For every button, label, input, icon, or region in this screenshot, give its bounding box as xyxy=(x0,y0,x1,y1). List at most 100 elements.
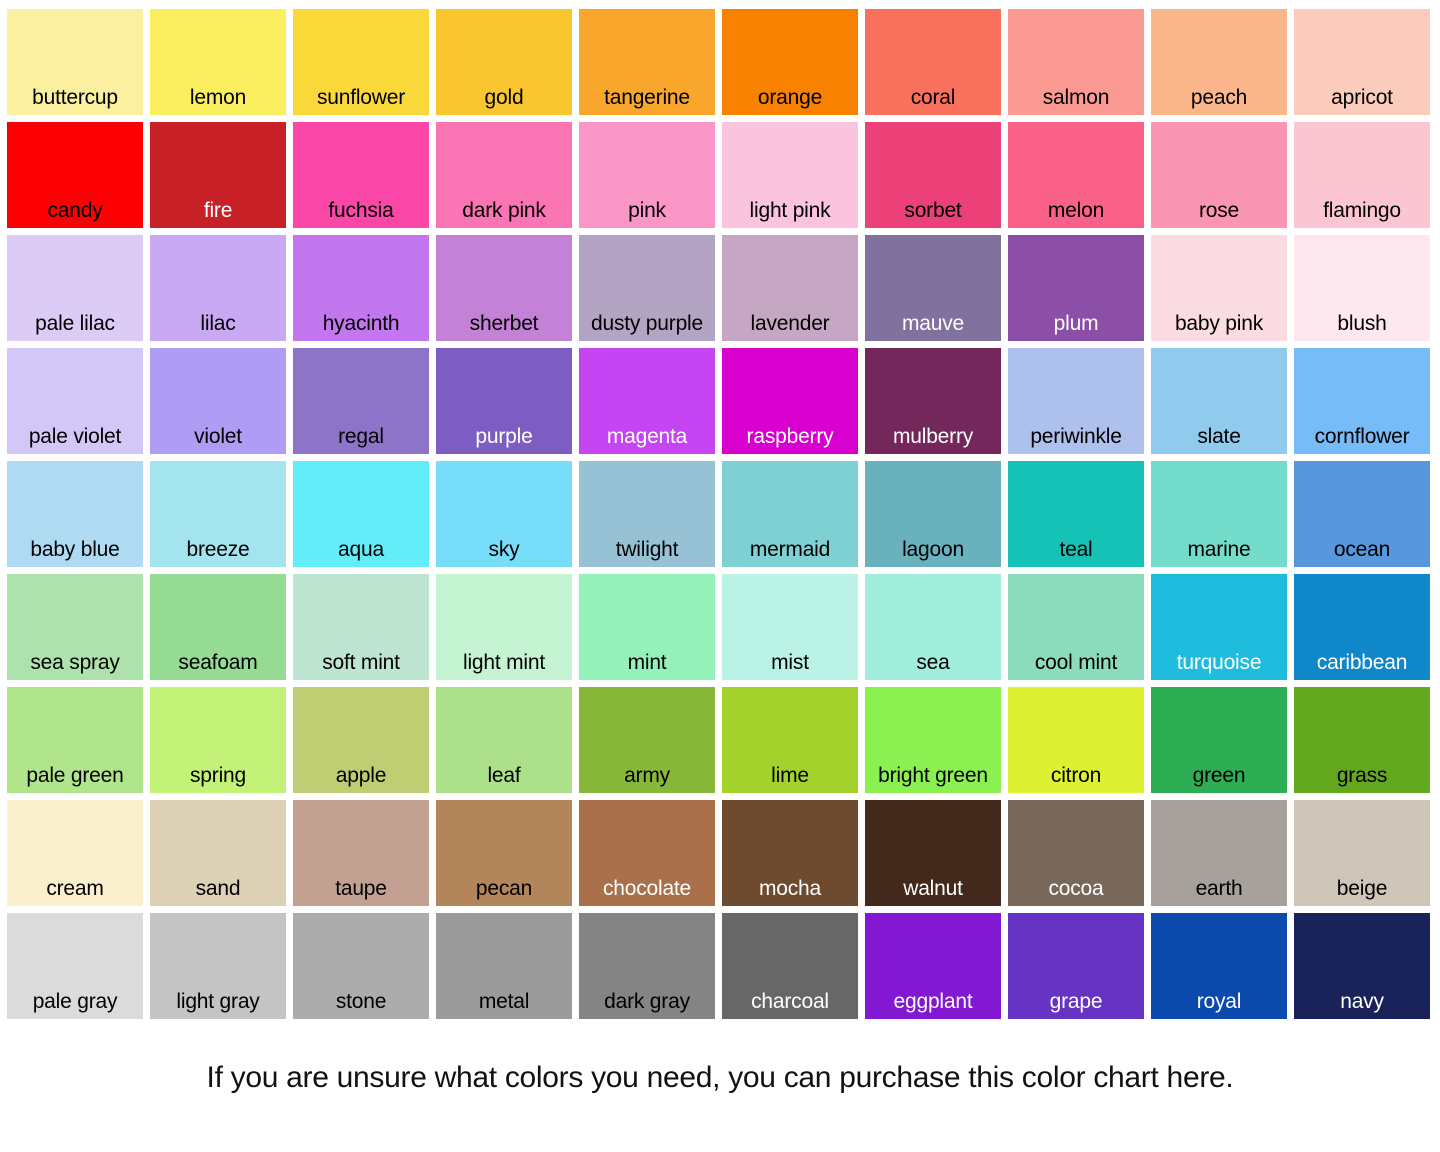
color-swatch[interactable]: beige xyxy=(1294,800,1430,906)
color-swatch[interactable]: mermaid xyxy=(722,461,858,567)
color-swatch[interactable]: pink xyxy=(579,122,715,228)
color-swatch[interactable]: slate xyxy=(1151,348,1287,454)
color-swatch[interactable]: light gray xyxy=(150,913,286,1019)
color-swatch-label: citron xyxy=(1050,764,1102,787)
color-swatch[interactable]: regal xyxy=(293,348,429,454)
color-swatch[interactable]: candy xyxy=(7,122,143,228)
color-swatch[interactable]: cocoa xyxy=(1008,800,1144,906)
purchase-caption[interactable]: If you are unsure what colors you need, … xyxy=(0,1060,1440,1096)
color-swatch[interactable]: mint xyxy=(579,574,715,680)
color-swatch[interactable]: sand xyxy=(150,800,286,906)
color-swatch-label: fuchsia xyxy=(328,199,394,222)
color-swatch[interactable]: charcoal xyxy=(722,913,858,1019)
color-swatch[interactable]: green xyxy=(1151,687,1287,793)
color-swatch[interactable]: lavender xyxy=(722,235,858,341)
color-swatch[interactable]: pale gray xyxy=(7,913,143,1019)
color-swatch[interactable]: fire xyxy=(150,122,286,228)
color-swatch[interactable]: bright green xyxy=(865,687,1001,793)
color-swatch[interactable]: light pink xyxy=(722,122,858,228)
color-swatch[interactable]: eggplant xyxy=(865,913,1001,1019)
color-swatch[interactable]: melon xyxy=(1008,122,1144,228)
color-swatch[interactable]: peach xyxy=(1151,9,1287,115)
color-swatch[interactable]: mulberry xyxy=(865,348,1001,454)
color-swatch[interactable]: marine xyxy=(1151,461,1287,567)
color-swatch[interactable]: gold xyxy=(436,9,572,115)
color-swatch[interactable]: sherbet xyxy=(436,235,572,341)
color-swatch[interactable]: sea xyxy=(865,574,1001,680)
color-swatch-label: magenta xyxy=(606,425,688,448)
color-swatch[interactable]: salmon xyxy=(1008,9,1144,115)
color-swatch[interactable]: apple xyxy=(293,687,429,793)
color-swatch[interactable]: pecan xyxy=(436,800,572,906)
color-swatch[interactable]: magenta xyxy=(579,348,715,454)
color-swatch[interactable]: aqua xyxy=(293,461,429,567)
color-swatch[interactable]: sorbet xyxy=(865,122,1001,228)
color-swatch[interactable]: sea spray xyxy=(7,574,143,680)
color-swatch[interactable]: cool mint xyxy=(1008,574,1144,680)
color-swatch[interactable]: chocolate xyxy=(579,800,715,906)
color-swatch[interactable]: lilac xyxy=(150,235,286,341)
color-swatch[interactable]: grape xyxy=(1008,913,1144,1019)
color-swatch-label: peach xyxy=(1190,86,1248,109)
color-swatch[interactable]: navy xyxy=(1294,913,1430,1019)
color-swatch[interactable]: hyacinth xyxy=(293,235,429,341)
color-swatch[interactable]: citron xyxy=(1008,687,1144,793)
color-swatch[interactable]: dark gray xyxy=(579,913,715,1019)
color-swatch[interactable]: lagoon xyxy=(865,461,1001,567)
color-swatch[interactable]: raspberry xyxy=(722,348,858,454)
color-swatch-label: melon xyxy=(1047,199,1105,222)
color-swatch[interactable]: fuchsia xyxy=(293,122,429,228)
color-swatch[interactable]: seafoam xyxy=(150,574,286,680)
color-swatch[interactable]: periwinkle xyxy=(1008,348,1144,454)
color-swatch[interactable]: cornflower xyxy=(1294,348,1430,454)
color-chart-page: buttercup lemon sunflower gold tangerine oran… xyxy=(0,0,1440,1152)
color-swatch[interactable]: purple xyxy=(436,348,572,454)
color-swatch[interactable]: mauve xyxy=(865,235,1001,341)
color-swatch-label: pale green xyxy=(26,764,124,787)
color-swatch[interactable]: mist xyxy=(722,574,858,680)
color-swatch[interactable]: orange xyxy=(722,9,858,115)
color-swatch[interactable]: plum xyxy=(1008,235,1144,341)
color-swatch-grid: buttercup lemon sunflower gold tangerine oran… xyxy=(7,9,1435,1019)
color-swatch[interactable]: turquoise xyxy=(1151,574,1287,680)
color-swatch[interactable]: apricot xyxy=(1294,9,1430,115)
color-swatch[interactable]: dark pink xyxy=(436,122,572,228)
color-swatch[interactable]: blush xyxy=(1294,235,1430,341)
color-swatch[interactable]: breeze xyxy=(150,461,286,567)
color-swatch[interactable]: tangerine xyxy=(579,9,715,115)
color-swatch[interactable]: spring xyxy=(150,687,286,793)
color-swatch[interactable]: flamingo xyxy=(1294,122,1430,228)
color-swatch[interactable]: leaf xyxy=(436,687,572,793)
color-swatch[interactable]: soft mint xyxy=(293,574,429,680)
color-swatch[interactable]: grass xyxy=(1294,687,1430,793)
color-swatch[interactable]: cream xyxy=(7,800,143,906)
color-swatch[interactable]: twilight xyxy=(579,461,715,567)
color-swatch[interactable]: walnut xyxy=(865,800,1001,906)
color-swatch[interactable]: buttercup xyxy=(7,9,143,115)
color-swatch[interactable]: pale violet xyxy=(7,348,143,454)
color-swatch[interactable]: pale green xyxy=(7,687,143,793)
color-swatch[interactable]: rose xyxy=(1151,122,1287,228)
color-swatch[interactable]: baby pink xyxy=(1151,235,1287,341)
color-swatch[interactable]: sky xyxy=(436,461,572,567)
color-swatch[interactable]: coral xyxy=(865,9,1001,115)
color-swatch[interactable]: teal xyxy=(1008,461,1144,567)
color-swatch[interactable]: sunflower xyxy=(293,9,429,115)
color-swatch[interactable]: dusty purple xyxy=(579,235,715,341)
color-swatch[interactable]: lime xyxy=(722,687,858,793)
color-swatch[interactable]: stone xyxy=(293,913,429,1019)
color-swatch[interactable]: light mint xyxy=(436,574,572,680)
color-swatch[interactable]: mocha xyxy=(722,800,858,906)
color-swatch-label: cornflower xyxy=(1314,425,1410,448)
color-swatch[interactable]: baby blue xyxy=(7,461,143,567)
color-swatch[interactable]: caribbean xyxy=(1294,574,1430,680)
color-swatch[interactable]: lemon xyxy=(150,9,286,115)
color-swatch[interactable]: taupe xyxy=(293,800,429,906)
color-swatch[interactable]: royal xyxy=(1151,913,1287,1019)
color-swatch[interactable]: violet xyxy=(150,348,286,454)
color-swatch[interactable]: ocean xyxy=(1294,461,1430,567)
color-swatch[interactable]: army xyxy=(579,687,715,793)
color-swatch[interactable]: pale lilac xyxy=(7,235,143,341)
color-swatch[interactable]: metal xyxy=(436,913,572,1019)
color-swatch[interactable]: earth xyxy=(1151,800,1287,906)
